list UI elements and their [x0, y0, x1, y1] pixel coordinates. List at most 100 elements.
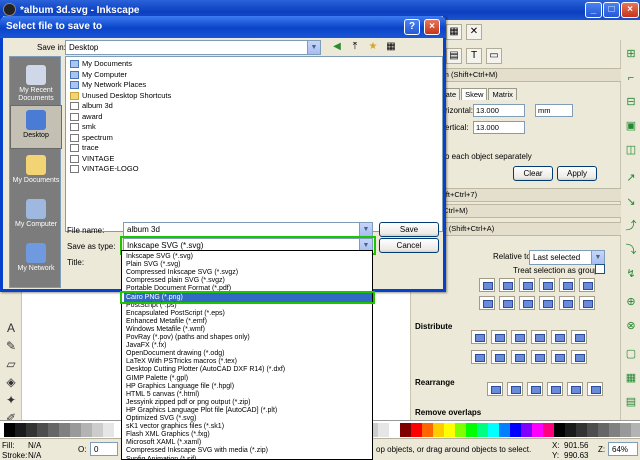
snap-edge-icon[interactable]: ⊟ — [623, 94, 639, 110]
opacity-input[interactable]: 0 — [90, 442, 118, 456]
spray-tool-icon[interactable]: ✎ — [3, 338, 19, 354]
file-list-item[interactable]: Unused Desktop Shortcuts — [70, 91, 171, 101]
place-my-documents[interactable]: My Documents — [10, 151, 62, 195]
eraser-tool-icon[interactable]: ▱ — [3, 356, 19, 372]
randomize-icon[interactable] — [567, 382, 583, 396]
color-swatch[interactable] — [543, 423, 554, 437]
minimize-button[interactable]: _ — [585, 2, 602, 18]
up-folder-icon[interactable]: ⤒ — [347, 40, 363, 56]
distribute-gaps-icon[interactable] — [531, 330, 547, 344]
color-swatch[interactable] — [554, 423, 565, 437]
file-name-input[interactable]: album 3d ▼ — [123, 222, 373, 237]
color-swatch[interactable] — [26, 423, 37, 437]
distribute-bottom-icon[interactable] — [511, 350, 527, 364]
text-tool-icon[interactable]: A — [3, 320, 19, 336]
color-swatch[interactable] — [48, 423, 59, 437]
fill-stroke-icon[interactable]: ▤ — [446, 48, 462, 64]
snap-mid-icon[interactable]: ◫ — [623, 142, 639, 158]
snap-bbox-icon[interactable]: ⌐ — [623, 70, 639, 86]
snap-path-icon[interactable]: ↘ — [623, 194, 639, 210]
snap-page-icon[interactable]: ▢ — [623, 346, 639, 362]
vertical-skew-input[interactable]: 13.000 — [473, 121, 525, 134]
tweak-tool-icon[interactable]: ✦ — [3, 392, 19, 408]
exchange-clockwise-icon[interactable] — [547, 382, 563, 396]
clear-button[interactable]: Clear — [513, 166, 553, 181]
file-list-item[interactable]: smk — [70, 122, 96, 132]
place-my-network[interactable]: My Network — [10, 239, 62, 283]
color-swatch[interactable] — [92, 423, 103, 437]
bucket-tool-icon[interactable]: ◈ — [3, 374, 19, 390]
relative-to-select[interactable]: Last selected ▼ — [529, 250, 605, 265]
save-type-dropdown[interactable]: Inkscape SVG (*.svg) Plain SVG (*.svg) Com… — [121, 250, 373, 460]
xml-editor-icon[interactable]: ▭ — [486, 48, 502, 64]
graph-layout-icon[interactable] — [487, 382, 503, 396]
distribute-right-icon[interactable] — [511, 330, 527, 344]
snap-center-icon[interactable]: ⊕ — [623, 294, 639, 310]
new-folder-icon[interactable]: ★ — [365, 40, 381, 56]
align-text-icon[interactable] — [579, 296, 595, 310]
file-list-item[interactable]: My Computer — [70, 70, 127, 80]
distribute-vtext-icon[interactable] — [571, 350, 587, 364]
file-list-item[interactable]: trace — [70, 143, 99, 153]
color-swatch[interactable] — [598, 423, 609, 437]
group-icon[interactable]: ▦ — [446, 24, 462, 40]
color-swatch[interactable] — [488, 423, 499, 437]
color-swatch[interactable] — [587, 423, 598, 437]
color-swatch[interactable] — [389, 423, 400, 437]
tab-matrix[interactable]: Matrix — [488, 88, 517, 100]
save-button[interactable]: Save — [379, 222, 439, 237]
align-center-icon[interactable] — [499, 278, 515, 292]
save-in-select[interactable]: Desktop ▼ — [65, 40, 321, 55]
color-swatch[interactable] — [70, 423, 81, 437]
distribute-vbaseline-icon[interactable] — [551, 350, 567, 364]
color-swatch[interactable] — [15, 423, 26, 437]
color-swatch[interactable] — [411, 423, 422, 437]
snap-smooth-icon[interactable]: ⤵ — [623, 242, 639, 258]
color-swatch[interactable] — [400, 423, 411, 437]
snap-icon[interactable]: ⊞ — [623, 46, 639, 62]
color-swatch[interactable] — [576, 423, 587, 437]
window-close-button[interactable]: × — [621, 2, 639, 18]
color-swatch[interactable] — [81, 423, 92, 437]
snap-guide-icon[interactable]: ▤ — [623, 394, 639, 410]
ungroup-icon[interactable]: ✕ — [466, 24, 482, 40]
snap-intersect-icon[interactable]: ⤴ — [623, 218, 639, 234]
exchange-positions-icon[interactable] — [507, 382, 523, 396]
file-list-item[interactable]: award — [70, 112, 102, 122]
color-swatch[interactable] — [521, 423, 532, 437]
color-swatch[interactable] — [620, 423, 631, 437]
place-desktop[interactable]: Desktop — [10, 105, 62, 149]
align-top-edge-icon[interactable] — [519, 296, 535, 310]
file-list-item[interactable]: My Documents — [70, 59, 132, 69]
distribute-vgaps-icon[interactable] — [531, 350, 547, 364]
align-left-edge-icon[interactable] — [539, 278, 555, 292]
view-menu-icon[interactable]: ▦ — [383, 40, 399, 56]
align-right-edge-icon[interactable] — [559, 278, 575, 292]
color-swatch[interactable] — [477, 423, 488, 437]
place-recent-documents[interactable]: My Recent Documents — [10, 61, 62, 105]
align-vcenter-icon[interactable] — [479, 296, 495, 310]
apply-button[interactable]: Apply — [557, 166, 597, 181]
file-list-item[interactable]: spectrum — [70, 133, 113, 143]
color-swatch[interactable] — [609, 423, 620, 437]
color-swatch[interactable] — [103, 423, 114, 437]
snap-rotation-icon[interactable]: ⊗ — [623, 318, 639, 334]
color-swatch[interactable] — [444, 423, 455, 437]
color-swatch[interactable] — [565, 423, 576, 437]
exchange-z-icon[interactable] — [527, 382, 543, 396]
color-swatch[interactable] — [422, 423, 433, 437]
file-list-item[interactable]: VINTAGE-LOGO — [70, 164, 139, 174]
color-swatch[interactable] — [59, 423, 70, 437]
file-list-item[interactable]: My Network Places — [70, 80, 146, 90]
color-swatch[interactable] — [510, 423, 521, 437]
align-left-icon[interactable] — [479, 278, 495, 292]
snap-cusp-icon[interactable]: ↯ — [623, 266, 639, 282]
color-swatch[interactable] — [466, 423, 477, 437]
distribute-vcenter-icon[interactable] — [491, 350, 507, 364]
color-swatch[interactable] — [4, 423, 15, 437]
file-list[interactable]: My Documents My Computer My Network Places… — [65, 56, 443, 232]
color-swatch[interactable] — [37, 423, 48, 437]
unit-select[interactable]: mm — [535, 104, 573, 117]
color-swatch[interactable] — [499, 423, 510, 437]
distribute-left-icon[interactable] — [471, 330, 487, 344]
